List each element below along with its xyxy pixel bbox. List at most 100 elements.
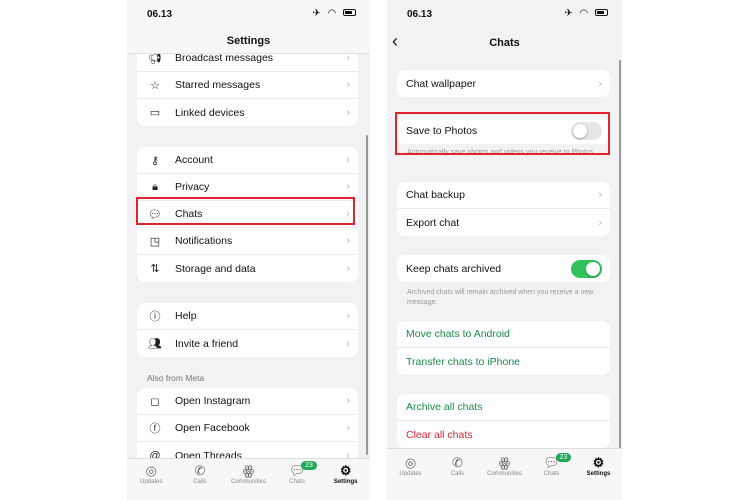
- chevron-right-icon: ›: [598, 216, 602, 229]
- settings-item-starred[interactable]: ☆ Starred messages ›: [137, 72, 358, 99]
- chevron-right-icon: ›: [346, 310, 350, 322]
- chevron-right-icon: ›: [598, 77, 602, 90]
- chevron-right-icon: ›: [346, 79, 350, 91]
- wifi-icon: ◠: [579, 8, 591, 19]
- scrollbar[interactable]: [619, 60, 621, 450]
- settings-item-invite[interactable]: 👥︎ Invite a friend ›: [137, 330, 358, 357]
- page-title: Chats: [489, 37, 520, 49]
- status-time: 06.13: [147, 9, 173, 20]
- item-label: Open Facebook: [175, 422, 250, 434]
- chevron-right-icon: ›: [346, 395, 350, 407]
- item-label: Linked devices: [175, 106, 245, 119]
- highlight-box: [395, 112, 610, 155]
- keep-archived-toggle[interactable]: [571, 259, 602, 278]
- status-time: 06.13: [407, 9, 433, 20]
- settings-item-facebook[interactable]: ⓕ Open Facebook ›: [137, 415, 358, 442]
- lock-icon: 🔒︎: [152, 180, 158, 193]
- unread-badge: 23: [555, 453, 572, 462]
- header: 06.13 ✈ ◠ Settings: [127, 0, 370, 54]
- item-label: Notifications: [175, 235, 233, 247]
- settings-icon: ⚙: [339, 463, 352, 478]
- wifi-icon: ◠: [327, 8, 339, 19]
- tab-label: Calls: [450, 471, 465, 477]
- item-label: Chat backup: [406, 189, 465, 201]
- settings-item-linked-devices[interactable]: ▭ Linked devices ›: [137, 99, 358, 126]
- clear-all-chats-button[interactable]: Clear all chats: [397, 421, 610, 448]
- keep-archived-caption: Archived chats will remain archived when…: [407, 289, 594, 306]
- tab-updates[interactable]: ◎ Updates: [128, 463, 174, 500]
- tab-label: Communities: [486, 471, 522, 477]
- chevron-right-icon: ›: [346, 262, 350, 275]
- instagram-icon: ◻: [150, 395, 160, 408]
- item-label: Keep chats archived: [406, 262, 502, 275]
- communities-icon: ꙮ: [242, 463, 255, 478]
- item-label: Starred messages: [175, 79, 261, 91]
- phone-icon: ✆: [194, 463, 206, 478]
- item-label: Export chat: [406, 216, 460, 229]
- tab-settings[interactable]: ⚙ Settings: [323, 463, 369, 500]
- archive-setting-group: Keep chats archived: [397, 255, 610, 282]
- tab-chats[interactable]: 💬︎ 23 Chats: [529, 453, 575, 500]
- communities-icon: ꙮ: [498, 455, 511, 470]
- page-title: Settings: [226, 35, 271, 47]
- facebook-icon: ⓕ: [149, 423, 161, 435]
- item-label: Storage and data: [175, 262, 256, 275]
- key-icon: ⚷: [150, 154, 160, 167]
- item-label: Move chats to Android: [406, 328, 510, 340]
- battery-icon: [343, 9, 356, 16]
- chevron-right-icon: ›: [346, 235, 350, 247]
- unread-badge: 23: [301, 461, 317, 470]
- move-to-android-link[interactable]: Move chats to Android: [397, 321, 610, 348]
- settings-screen: 06.13 ✈ ◠ Settings 📢︎ Broadcast messages ›…: [127, 0, 370, 500]
- tab-label: Communities: [230, 479, 266, 485]
- archive-all-chats-button[interactable]: Archive all chats: [397, 394, 610, 421]
- tab-label: Settings: [586, 471, 611, 477]
- chevron-right-icon: ›: [346, 154, 350, 166]
- item-label: Privacy: [175, 181, 210, 193]
- keep-archived-item: Keep chats archived: [397, 255, 610, 282]
- backup-group: Chat backup › Export chat ›: [397, 182, 610, 236]
- chats-settings-screen: 06.13 ✈ ◠ ‹ Chats Chat wallpaper › Save t…: [387, 0, 622, 500]
- chat-backup-item[interactable]: Chat backup ›: [397, 182, 610, 209]
- tab-label: Chats: [289, 479, 305, 485]
- transfer-to-iphone-link[interactable]: Transfer chats to iPhone: [397, 348, 610, 375]
- tab-updates[interactable]: ◎ Updates: [388, 455, 434, 500]
- tab-communities[interactable]: ꙮ Communities: [482, 455, 528, 500]
- export-chat-item[interactable]: Export chat ›: [397, 209, 610, 236]
- item-label: Account: [175, 154, 213, 166]
- item-label: Chat wallpaper: [406, 77, 477, 90]
- tab-communities[interactable]: ꙮ Communities: [225, 463, 271, 500]
- item-label: Invite a friend: [175, 337, 239, 350]
- item-label: Clear all chats: [406, 428, 473, 441]
- phone-icon: ✆: [452, 455, 463, 470]
- tab-label: Chats: [543, 471, 560, 477]
- chevron-right-icon: ›: [598, 189, 602, 201]
- tab-calls[interactable]: ✆ Calls: [177, 463, 223, 500]
- tab-settings[interactable]: ⚙ Settings: [576, 455, 622, 500]
- settings-item-storage[interactable]: ⇅ Storage and data ›: [137, 255, 358, 282]
- chevron-right-icon: ›: [346, 106, 350, 119]
- chevron-right-icon: ›: [346, 181, 350, 193]
- settings-item-notifications[interactable]: ◳ Notifications ›: [137, 228, 358, 255]
- settings-item-account[interactable]: ⚷ Account ›: [137, 147, 358, 174]
- chat-wallpaper-item[interactable]: Chat wallpaper ›: [397, 70, 610, 97]
- tab-calls[interactable]: ✆ Calls: [435, 455, 481, 500]
- tab-label: Updates: [399, 471, 422, 477]
- settings-item-help[interactable]: ⓘ Help ›: [137, 303, 358, 330]
- item-label: Open Instagram: [175, 395, 251, 407]
- settings-group-3: ⓘ Help › 👥︎ Invite a friend ›: [137, 303, 358, 357]
- item-label: Archive all chats: [406, 401, 483, 413]
- people-icon: 👥︎: [148, 338, 162, 350]
- settings-item-instagram[interactable]: ◻ Open Instagram ›: [137, 388, 358, 415]
- tab-chats[interactable]: 💬︎ 23 Chats: [274, 461, 320, 500]
- tab-bar: ◎ Updates ✆ Calls ꙮ Communities 💬︎ 23 Chats ⚙…: [387, 448, 622, 500]
- status-icons: ✈ ◠: [312, 8, 356, 19]
- laptop-icon: ▭: [149, 107, 161, 119]
- archive-clear-group: Archive all chats Clear all chats: [397, 394, 610, 448]
- updates-icon: ◎: [404, 455, 417, 470]
- highlight-box: [136, 197, 355, 225]
- scrollbar[interactable]: [366, 135, 368, 455]
- tab-label: Updates: [140, 479, 163, 485]
- settings-group-1: 📢︎ Broadcast messages › ☆ Starred messages ›…: [137, 45, 358, 126]
- tab-label: Calls: [193, 479, 207, 485]
